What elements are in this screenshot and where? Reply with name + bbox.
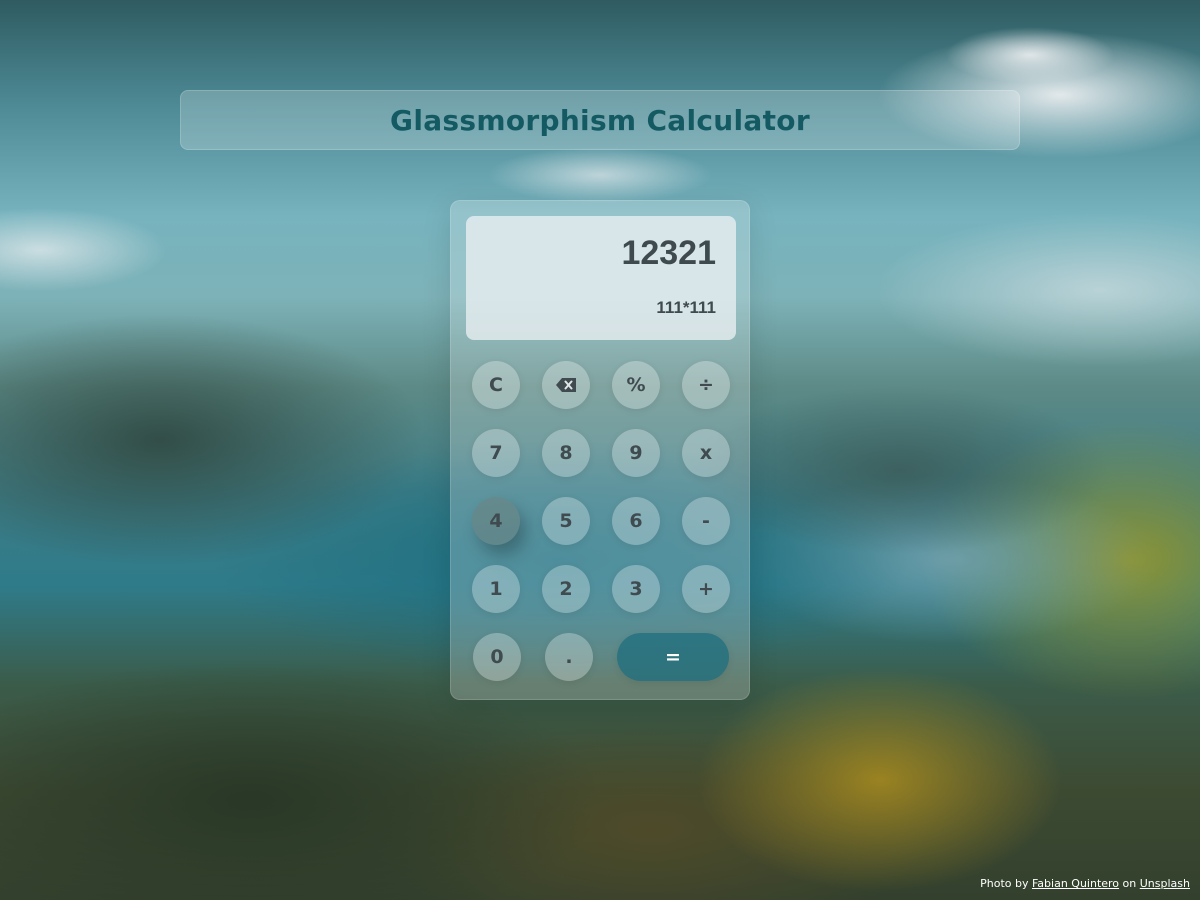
clear-button[interactable]: C — [472, 361, 520, 409]
digit-5-button[interactable]: 5 — [542, 497, 590, 545]
digit-7-button[interactable]: 7 — [472, 429, 520, 477]
credit-middle: on — [1122, 877, 1137, 890]
divide-button[interactable]: ÷ — [682, 361, 730, 409]
digit-2-button[interactable]: 2 — [542, 565, 590, 613]
expression-value: 111*111 — [656, 298, 716, 317]
digit-4-button[interactable]: 4 — [472, 497, 520, 545]
title-bar: Glassmorphism Calculator — [180, 90, 1020, 150]
plus-button[interactable]: + — [682, 565, 730, 613]
digit-8-button[interactable]: 8 — [542, 429, 590, 477]
decimal-button[interactable]: . — [545, 633, 593, 681]
digit-6-button[interactable]: 6 — [612, 497, 660, 545]
digit-1-button[interactable]: 1 — [472, 565, 520, 613]
unsplash-link[interactable]: Unsplash — [1140, 877, 1190, 890]
digit-9-button[interactable]: 9 — [612, 429, 660, 477]
multiply-button[interactable]: x — [682, 429, 730, 477]
result-value: 12321 — [621, 234, 716, 272]
calculator-display: 12321 111*111 — [466, 216, 736, 340]
digit-0-button[interactable]: 0 — [473, 633, 521, 681]
photo-credit: Photo by Fabian Quintero on Unsplash — [980, 877, 1190, 890]
minus-button[interactable]: - — [682, 497, 730, 545]
author-link[interactable]: Fabian Quintero — [1032, 877, 1119, 890]
page-title: Glassmorphism Calculator — [390, 103, 810, 137]
credit-prefix: Photo by — [980, 877, 1029, 890]
equals-button[interactable]: = — [617, 633, 729, 681]
percent-button[interactable]: % — [612, 361, 660, 409]
calculator: 12321 111*111 C % ÷ 7 8 9 x 4 5 6 - 1 2 … — [450, 200, 750, 700]
backspace-icon — [556, 378, 576, 392]
backspace-button[interactable] — [542, 361, 590, 409]
digit-3-button[interactable]: 3 — [612, 565, 660, 613]
